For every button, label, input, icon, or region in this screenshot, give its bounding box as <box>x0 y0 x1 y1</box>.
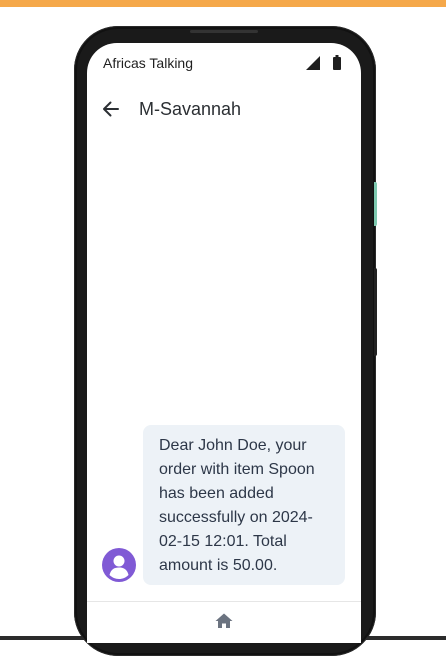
phone-screen: Africas Talking M-Savannah Dear John Doe… <box>87 43 361 643</box>
battery-icon <box>333 55 341 70</box>
arrow-left-icon[interactable] <box>101 99 121 119</box>
conversation-title: M-Savannah <box>139 99 242 119</box>
side-button-top <box>374 182 377 226</box>
status-bar: Africas Talking <box>87 43 361 83</box>
bottom-nav-bar <box>87 601 361 643</box>
phone-speaker <box>190 30 258 33</box>
signal-icon <box>306 56 320 70</box>
app-bar: M-Savannah <box>87 87 361 131</box>
user-avatar-icon <box>102 548 136 582</box>
top-accent-bar <box>0 0 446 7</box>
message-bubble: Dear John Doe, your order with item Spoo… <box>143 425 345 585</box>
carrier-label: Africas Talking <box>103 55 194 71</box>
home-icon[interactable] <box>215 613 233 629</box>
side-button-volume <box>374 268 377 356</box>
